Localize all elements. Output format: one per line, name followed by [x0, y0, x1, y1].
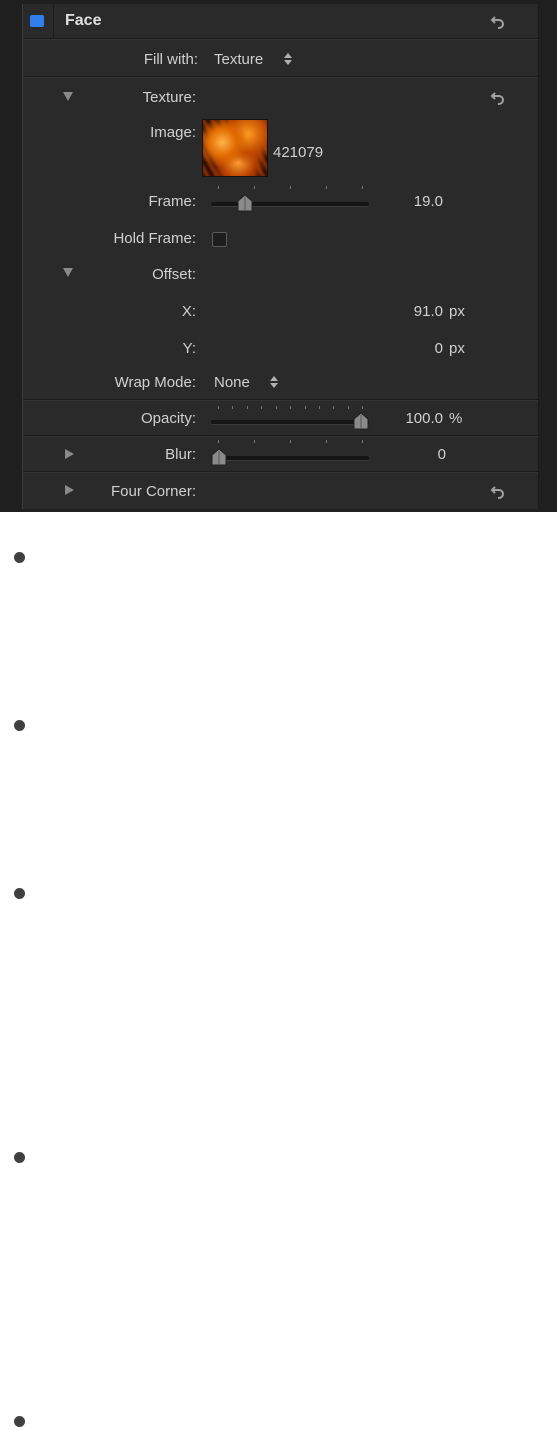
opacity-slider[interactable]: [211, 401, 371, 431]
opacity-value[interactable]: 100.0: [363, 410, 443, 427]
slider-tick: [362, 406, 363, 409]
hold-frame-checkbox[interactable]: [212, 232, 227, 247]
texture-label: Texture:: [142, 89, 196, 106]
wrap-mode-popup[interactable]: None: [214, 374, 250, 391]
wrap-mode-row: Wrap Mode: None: [23, 366, 538, 400]
frame-row: Frame: 19.0: [23, 184, 538, 220]
image-name: 421079: [273, 144, 324, 161]
list-bullet: [14, 888, 25, 899]
slider-tick: [247, 406, 248, 409]
wrap-mode-label: Wrap Mode:: [114, 374, 196, 391]
frame-label: Frame:: [148, 193, 196, 210]
four-corner-row: Four Corner:: [23, 473, 538, 507]
slider-tick: [261, 406, 262, 409]
slider-track: [211, 456, 369, 461]
slider-tick: [290, 440, 291, 443]
blur-value[interactable]: 0: [363, 446, 446, 463]
offset-y-value[interactable]: 0: [363, 340, 443, 357]
offset-x-row: X: 91.0 px: [23, 294, 538, 330]
slider-thumb[interactable]: [211, 448, 227, 466]
face-section: Face Fill with: Texture Texture: Image: …: [22, 4, 539, 509]
opacity-row: Opacity: 100.0 %: [23, 401, 538, 435]
slider-tick: [326, 186, 327, 189]
fill-with-row: Fill with: Texture: [23, 40, 538, 76]
slider-tick: [218, 406, 219, 409]
popup-arrows-icon[interactable]: [269, 375, 279, 389]
face-header: Face: [23, 4, 538, 38]
fill-with-label: Fill with:: [143, 51, 198, 68]
fill-with-popup[interactable]: Texture: [214, 51, 263, 68]
slider-tick: [305, 406, 306, 409]
image-label: Image:: [150, 124, 196, 141]
slider-tick: [254, 186, 255, 189]
offset-row: Offset:: [23, 258, 538, 294]
texture-thumbnail[interactable]: [202, 119, 268, 177]
texture-row: Texture:: [23, 78, 538, 114]
face-enable-checkbox[interactable]: [30, 15, 44, 27]
slider-tick: [218, 186, 219, 189]
slider-tick: [326, 440, 327, 443]
blur-label: Blur:: [165, 446, 196, 463]
blur-slider[interactable]: [211, 437, 371, 467]
slider-tick: [254, 440, 255, 443]
list-bullet: [14, 552, 25, 563]
reset-icon[interactable]: [490, 484, 506, 500]
offset-x-value[interactable]: 91.0: [363, 303, 443, 320]
slider-tick: [333, 406, 334, 409]
face-title: Face: [65, 12, 102, 29]
slider-tick: [290, 406, 291, 409]
popup-arrows-icon[interactable]: [283, 52, 293, 66]
blur-row: Blur: 0: [23, 437, 538, 471]
slider-tick: [290, 186, 291, 189]
list-bullet: [14, 720, 25, 731]
offset-x-unit: px: [449, 303, 465, 320]
frame-value[interactable]: 19.0: [363, 193, 443, 210]
offset-label: Offset:: [152, 266, 196, 283]
opacity-label: Opacity:: [140, 410, 196, 427]
opacity-unit: %: [449, 410, 463, 427]
slider-thumb[interactable]: [237, 194, 253, 212]
offset-y-unit: px: [449, 340, 465, 357]
hold-frame-row: Hold Frame:: [23, 222, 538, 258]
hold-frame-label: Hold Frame:: [113, 230, 196, 247]
four-corner-label: Four Corner:: [110, 483, 196, 500]
frame-slider[interactable]: [211, 184, 371, 214]
slider-tick: [362, 440, 363, 443]
slider-tick: [232, 406, 233, 409]
slider-tick: [218, 440, 219, 443]
offset-x-label: X:: [181, 303, 196, 320]
reset-icon[interactable]: [490, 14, 506, 30]
slider-tick: [276, 406, 277, 409]
inspector-panel: Face Fill with: Texture Texture: Image: …: [0, 0, 557, 512]
slider-tick: [362, 186, 363, 189]
slider-tick: [319, 406, 320, 409]
list-bullet: [14, 1152, 25, 1163]
list-bullet: [14, 1416, 25, 1427]
divider: [53, 4, 54, 38]
image-row: Image: 421079: [23, 118, 538, 180]
offset-y-row: Y: 0 px: [23, 331, 538, 367]
reset-icon[interactable]: [490, 90, 506, 106]
slider-track: [211, 202, 369, 207]
offset-y-label: Y:: [182, 340, 196, 357]
slider-track: [211, 420, 369, 425]
slider-tick: [348, 406, 349, 409]
